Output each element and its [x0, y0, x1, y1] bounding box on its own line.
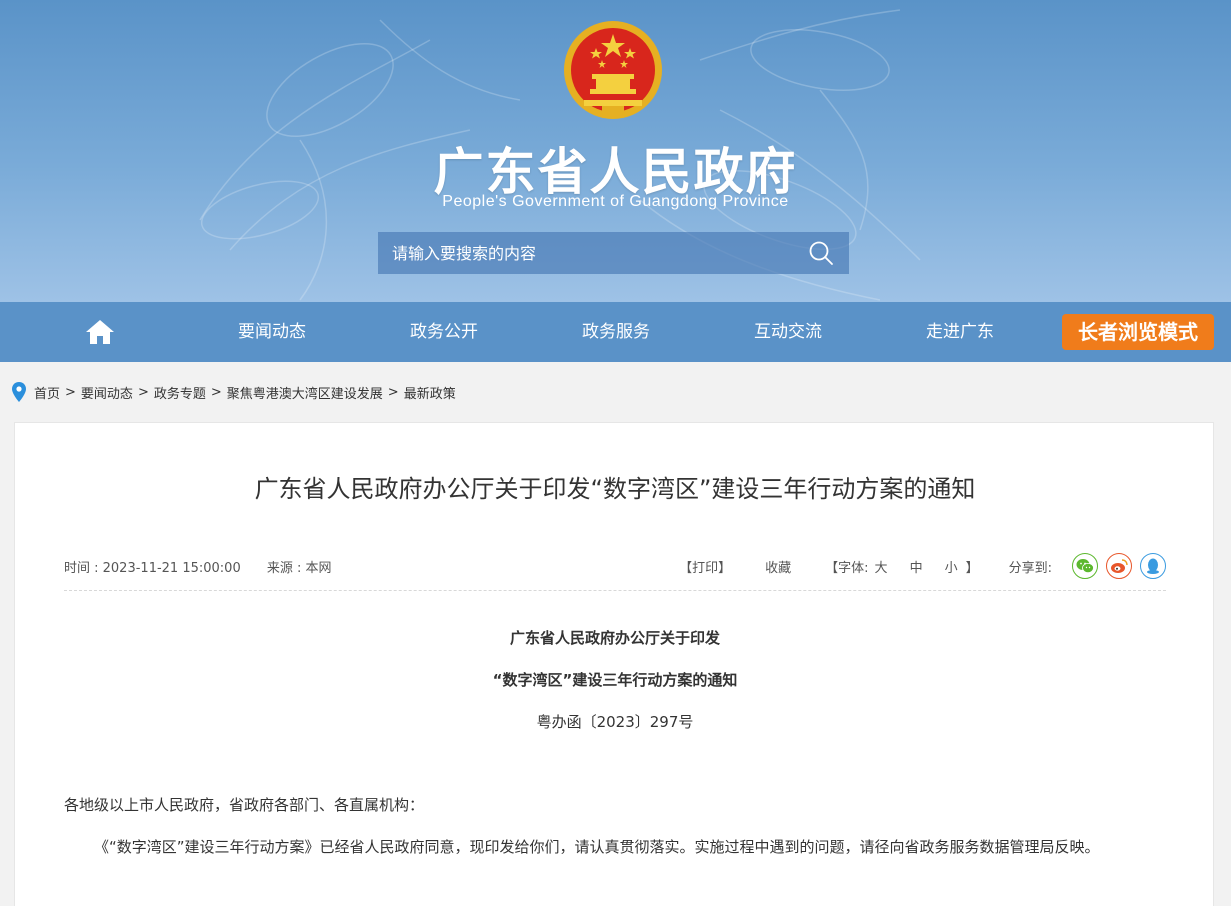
breadcrumb-separator: >: [387, 384, 399, 400]
share-label: 分享到:: [1008, 560, 1052, 576]
salutation: 各地级以上市人民政府，省政府各部门、各直属机构：: [64, 796, 425, 814]
font-medium-button[interactable]: 中: [910, 557, 923, 576]
font-size-label: 【字体:: [825, 560, 869, 576]
weibo-share-button[interactable]: [1106, 553, 1132, 579]
qq-icon: [1147, 558, 1159, 574]
search-button[interactable]: [793, 232, 849, 274]
doc-heading-line-1: 广东省人民政府办公厅关于印发: [509, 629, 720, 647]
search-icon: [809, 241, 833, 265]
doc-number: 粤办函〔2023〕297号: [536, 713, 694, 731]
article-container: 广东省人民政府办公厅关于印发“数字湾区”建设三年行动方案的通知 时间 : 202…: [14, 422, 1214, 906]
breadcrumb: 首页 > 要闻动态 > 政务专题 > 聚焦粤港澳大湾区建设发展 > 最新政策: [12, 380, 456, 404]
wechat-share-button[interactable]: [1072, 553, 1098, 579]
publish-time: 时间 : 2023-11-21 15:00:00: [64, 561, 241, 576]
nav-item-interaction[interactable]: 互动交流: [718, 302, 858, 362]
article-source: 来源 : 本网: [266, 561, 332, 576]
search-bar: [378, 232, 849, 274]
nav-item-about-guangdong[interactable]: 走进广东: [890, 302, 1030, 362]
font-size-controls: 【字体: 大 中 小 】: [825, 557, 978, 576]
print-button[interactable]: 【打印】: [679, 557, 731, 576]
article-meta: 时间 : 2023-11-21 15:00:00 来源 : 本网 【打印】 收藏…: [64, 553, 1166, 593]
site-header: 广东省人民政府 People's Government of Guangdong…: [0, 0, 1231, 302]
weibo-icon: [1111, 559, 1128, 573]
breadcrumb-gba[interactable]: 聚焦粤港澳大湾区建设发展: [227, 383, 383, 402]
breadcrumb-news[interactable]: 要闻动态: [81, 383, 133, 402]
meta-divider: [64, 590, 1166, 591]
nav-item-news[interactable]: 要闻动态: [202, 302, 342, 362]
nav-home-button[interactable]: [70, 302, 130, 362]
breadcrumb-latest-policy[interactable]: 最新政策: [404, 383, 456, 402]
article-title: 广东省人民政府办公厅关于印发“数字湾区”建设三年行动方案的通知: [254, 475, 976, 503]
breadcrumb-separator: >: [65, 384, 76, 400]
nav-item-gov-services[interactable]: 政务服务: [546, 302, 686, 362]
home-icon: [86, 320, 114, 344]
font-large-button[interactable]: 大: [875, 557, 888, 576]
wechat-icon: [1076, 559, 1094, 573]
nav-item-gov-affairs[interactable]: 政务公开: [374, 302, 514, 362]
site-subtitle: People's Government of Guangdong Provinc…: [442, 193, 789, 210]
location-pin-icon: [12, 382, 26, 402]
doc-heading-line-2: “数字湾区”建设三年行动方案的通知: [492, 671, 738, 689]
national-emblem-icon: [564, 21, 662, 119]
search-input[interactable]: [378, 232, 793, 274]
qq-share-button[interactable]: [1140, 553, 1166, 579]
font-size-close: 】: [965, 560, 979, 576]
body-paragraph: 《“数字湾区”建设三年行动方案》已经省人民政府同意，现印发给你们，请认真贯彻落实…: [94, 838, 1100, 856]
breadcrumb-home[interactable]: 首页: [34, 383, 60, 402]
favorite-button[interactable]: 收藏: [765, 557, 791, 576]
breadcrumb-separator: >: [137, 384, 149, 400]
breadcrumb-separator: >: [210, 384, 222, 400]
elder-mode-button[interactable]: 长者浏览模式: [1062, 314, 1214, 350]
font-small-button[interactable]: 小: [945, 557, 958, 576]
main-nav: 要闻动态 政务公开 政务服务 互动交流 走进广东 长者浏览模式: [0, 302, 1231, 362]
breadcrumb-topics[interactable]: 政务专题: [154, 383, 206, 402]
